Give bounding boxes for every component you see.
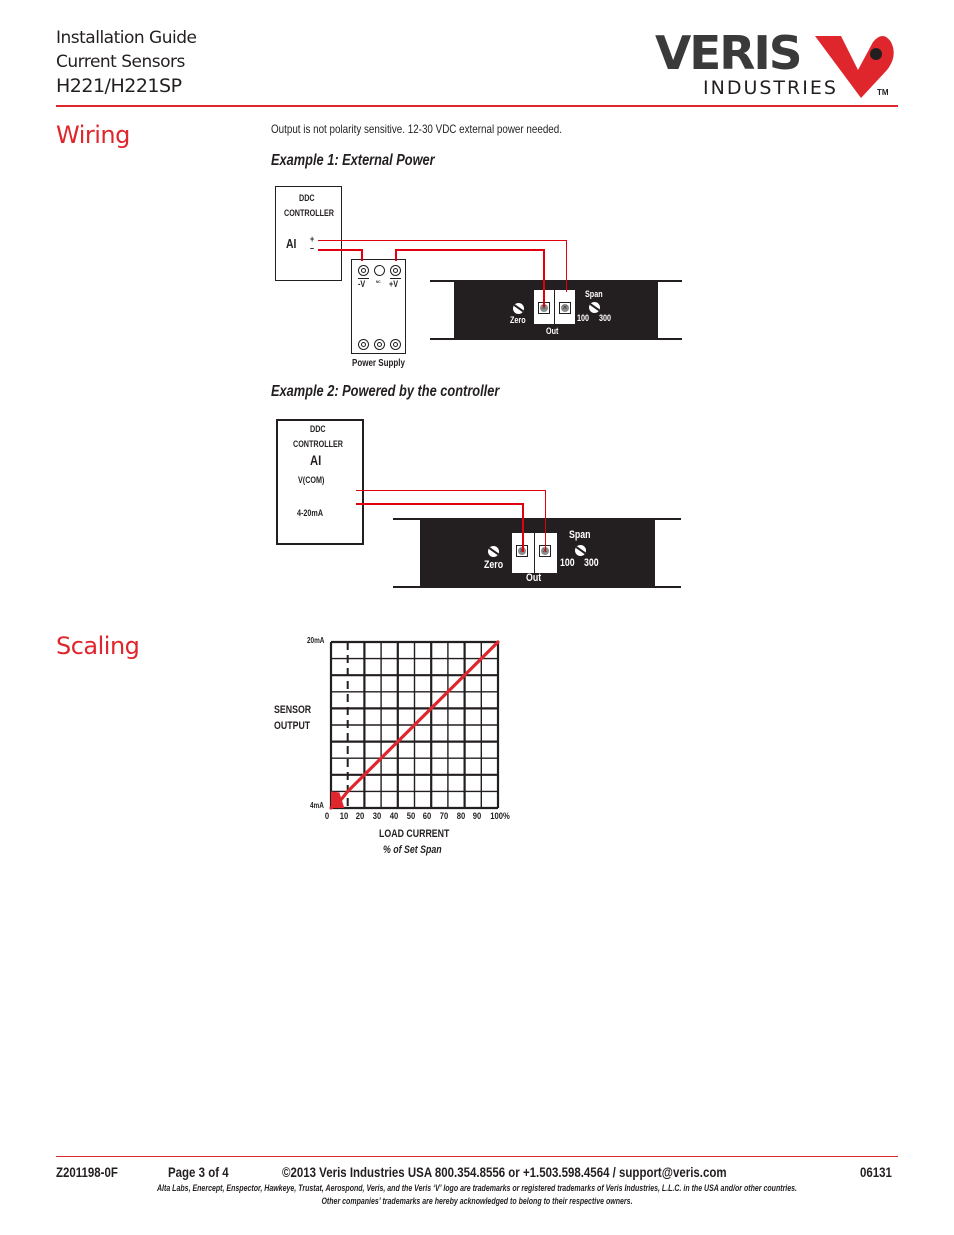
ps-neg-label: -V	[358, 279, 366, 289]
chart-ylabel-1: SENSOR	[274, 704, 312, 716]
power-supply-label: Power Supply	[352, 358, 405, 369]
ps-terminal	[390, 339, 401, 350]
chart-xlabel-sub: % of Set Span	[383, 844, 442, 856]
controller-line1: DDC	[299, 193, 315, 203]
logo-tm: TM	[877, 88, 889, 97]
controller-line2: CONTROLLER	[284, 208, 334, 218]
ps-terminal-neg	[358, 265, 369, 276]
span-range-low: 100	[577, 313, 590, 323]
wire-ai-minus	[318, 249, 362, 251]
x-tick-label: 90	[473, 811, 482, 821]
footer-trademark-1: Alta Labs, Enercept, Enspector, Hawkeye,…	[156, 1183, 798, 1193]
zero-adjust-screw[interactable]	[488, 546, 499, 557]
out-label: Out	[526, 572, 542, 584]
footer-page: Page 3 of 4	[168, 1164, 229, 1180]
chart-ylabel-2: OUTPUT	[274, 720, 311, 732]
ddc-controller-1: DDC CONTROLLER AI + –	[275, 186, 342, 281]
model-number: H221/H221SP	[56, 75, 182, 97]
controller-ai: AI	[310, 452, 322, 468]
header-rule	[56, 105, 898, 107]
out-terminal-b	[535, 533, 557, 573]
scaling-chart	[329, 640, 500, 810]
footer-trademark-2: Other companies’ trademarks are hereby a…	[321, 1196, 633, 1206]
doc-type: Installation Guide	[56, 28, 197, 48]
footer-doc-id: Z201198-0F	[56, 1164, 118, 1180]
chart-xlabel: LOAD CURRENT	[379, 828, 450, 840]
wire-ps-positive	[395, 249, 545, 251]
product-category: Current Sensors	[56, 52, 185, 72]
controller-4-20ma: 4-20mA	[297, 508, 324, 518]
example1-title: Example 1: External Power	[271, 152, 435, 169]
controller-line2: CONTROLLER	[293, 439, 343, 449]
footer-contact: ©2013 Veris Industries USA 800.354.8556 …	[282, 1164, 727, 1180]
zero-adjust-screw[interactable]	[513, 303, 524, 314]
current-sensor-2: Zero Out Span 100 300	[420, 519, 655, 587]
scaling-title: Scaling	[56, 632, 140, 660]
controller-line1: DDC	[310, 424, 326, 434]
wire-4-20ma	[356, 503, 524, 505]
controller-vcom: V(COM)	[298, 475, 325, 485]
power-supply: -V NC +V	[351, 259, 406, 354]
veris-logo: VERIS INDUSTRIES TM	[655, 28, 900, 103]
wire-vcom	[356, 490, 546, 491]
wire-ai-plus	[318, 240, 567, 241]
out-terminal-b	[555, 290, 575, 324]
span-adjust-screw[interactable]	[589, 302, 600, 313]
zero-label: Zero	[510, 315, 526, 325]
ps-terminal-nc	[374, 265, 385, 276]
wiring-title: Wiring	[56, 121, 130, 149]
current-sensor-1: Zero Out Span 100 300	[454, 281, 658, 339]
x-tick-label: 100%	[490, 811, 510, 821]
logo-brand: VERIS	[655, 26, 803, 80]
ps-terminal-pos	[390, 265, 401, 276]
ps-nc-label: NC	[376, 279, 381, 284]
ddc-controller-2: DDC CONTROLLER AI V(COM) 4-20mA	[276, 419, 364, 545]
ps-pos-label: +V	[389, 279, 399, 289]
example2-title: Example 2: Powered by the controller	[271, 383, 500, 400]
span-range-low: 100	[560, 557, 575, 569]
ps-terminal	[358, 339, 369, 350]
span-range-high: 300	[584, 557, 599, 569]
controller-ai: AI	[286, 236, 297, 251]
wiring-note: Output is not polarity sensitive. 12-30 …	[271, 122, 562, 136]
ps-terminal	[374, 339, 385, 350]
footer-code: 06131	[860, 1164, 892, 1180]
span-label: Span	[585, 289, 603, 299]
span-label: Span	[569, 529, 591, 541]
footer-rule	[56, 1156, 898, 1157]
out-label: Out	[546, 326, 559, 336]
span-adjust-screw[interactable]	[575, 545, 586, 556]
controller-minus: –	[310, 243, 315, 253]
zero-label: Zero	[484, 559, 504, 571]
span-range-high: 300	[599, 313, 612, 323]
